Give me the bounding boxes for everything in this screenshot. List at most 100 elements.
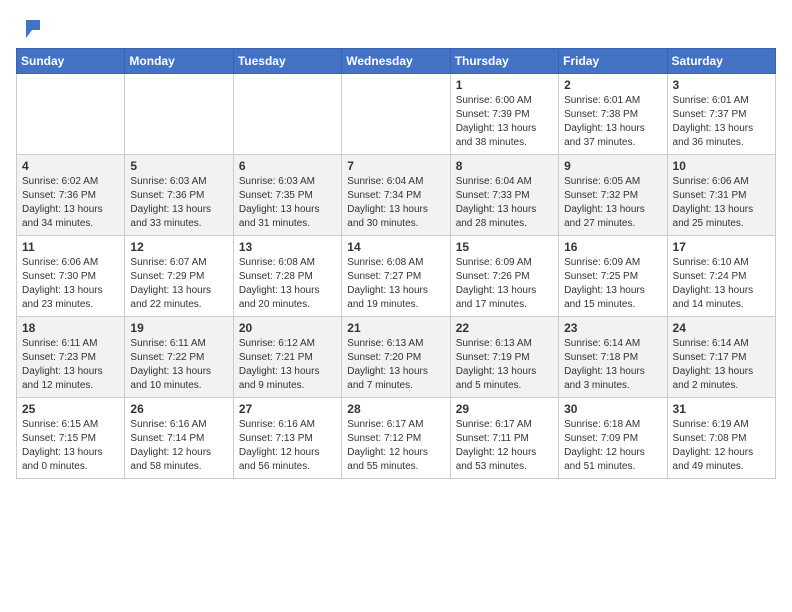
day-number: 11 — [22, 240, 119, 254]
day-number: 9 — [564, 159, 661, 173]
cell-info: Sunrise: 6:04 AM Sunset: 7:34 PM Dayligh… — [347, 175, 444, 231]
day-number: 22 — [456, 321, 553, 335]
calendar-cell: 17 Sunrise: 6:10 AM Sunset: 7:24 PM Dayli… — [667, 236, 775, 317]
cell-info: Sunrise: 6:13 AM Sunset: 7:20 PM Dayligh… — [347, 337, 444, 393]
day-number: 30 — [564, 402, 661, 416]
day-number: 3 — [673, 78, 770, 92]
day-number: 16 — [564, 240, 661, 254]
day-number: 7 — [347, 159, 444, 173]
calendar-week-3: 11 Sunrise: 6:06 AM Sunset: 7:30 PM Dayli… — [17, 236, 776, 317]
calendar-cell: 27 Sunrise: 6:16 AM Sunset: 7:13 PM Dayli… — [233, 398, 341, 479]
cell-info: Sunrise: 6:04 AM Sunset: 7:33 PM Dayligh… — [456, 175, 553, 231]
calendar-week-4: 18 Sunrise: 6:11 AM Sunset: 7:23 PM Dayli… — [17, 317, 776, 398]
calendar-week-1: 1 Sunrise: 6:00 AM Sunset: 7:39 PM Daylig… — [17, 74, 776, 155]
col-header-thursday: Thursday — [450, 49, 558, 74]
page-header — [16, 16, 776, 38]
cell-info: Sunrise: 6:00 AM Sunset: 7:39 PM Dayligh… — [456, 94, 553, 150]
calendar-cell: 24 Sunrise: 6:14 AM Sunset: 7:17 PM Dayli… — [667, 317, 775, 398]
calendar-cell: 1 Sunrise: 6:00 AM Sunset: 7:39 PM Daylig… — [450, 74, 558, 155]
col-header-saturday: Saturday — [667, 49, 775, 74]
calendar-cell: 18 Sunrise: 6:11 AM Sunset: 7:23 PM Dayli… — [17, 317, 125, 398]
cell-info: Sunrise: 6:01 AM Sunset: 7:38 PM Dayligh… — [564, 94, 661, 150]
calendar-cell: 13 Sunrise: 6:08 AM Sunset: 7:28 PM Dayli… — [233, 236, 341, 317]
calendar-cell: 16 Sunrise: 6:09 AM Sunset: 7:25 PM Dayli… — [559, 236, 667, 317]
cell-info: Sunrise: 6:16 AM Sunset: 7:14 PM Dayligh… — [130, 418, 227, 474]
day-number: 23 — [564, 321, 661, 335]
day-number: 29 — [456, 402, 553, 416]
logo — [16, 16, 40, 38]
cell-info: Sunrise: 6:17 AM Sunset: 7:11 PM Dayligh… — [456, 418, 553, 474]
cell-info: Sunrise: 6:10 AM Sunset: 7:24 PM Dayligh… — [673, 256, 770, 312]
calendar-header-row: SundayMondayTuesdayWednesdayThursdayFrid… — [17, 49, 776, 74]
calendar-cell: 10 Sunrise: 6:06 AM Sunset: 7:31 PM Dayli… — [667, 155, 775, 236]
day-number: 20 — [239, 321, 336, 335]
cell-info: Sunrise: 6:11 AM Sunset: 7:22 PM Dayligh… — [130, 337, 227, 393]
cell-info: Sunrise: 6:17 AM Sunset: 7:12 PM Dayligh… — [347, 418, 444, 474]
cell-info: Sunrise: 6:05 AM Sunset: 7:32 PM Dayligh… — [564, 175, 661, 231]
calendar-cell: 15 Sunrise: 6:09 AM Sunset: 7:26 PM Dayli… — [450, 236, 558, 317]
cell-info: Sunrise: 6:14 AM Sunset: 7:18 PM Dayligh… — [564, 337, 661, 393]
calendar-cell — [233, 74, 341, 155]
day-number: 19 — [130, 321, 227, 335]
cell-info: Sunrise: 6:03 AM Sunset: 7:36 PM Dayligh… — [130, 175, 227, 231]
col-header-wednesday: Wednesday — [342, 49, 450, 74]
calendar-week-2: 4Sunrise: 6:02 AM Sunset: 7:36 PM Daylig… — [17, 155, 776, 236]
day-number: 12 — [130, 240, 227, 254]
cell-info: Sunrise: 6:01 AM Sunset: 7:37 PM Dayligh… — [673, 94, 770, 150]
col-header-friday: Friday — [559, 49, 667, 74]
day-number: 27 — [239, 402, 336, 416]
day-number: 25 — [22, 402, 119, 416]
calendar-cell: 29 Sunrise: 6:17 AM Sunset: 7:11 PM Dayli… — [450, 398, 558, 479]
col-header-tuesday: Tuesday — [233, 49, 341, 74]
calendar-cell: 21 Sunrise: 6:13 AM Sunset: 7:20 PM Dayli… — [342, 317, 450, 398]
cell-info: Sunrise: 6:06 AM Sunset: 7:31 PM Dayligh… — [673, 175, 770, 231]
col-header-sunday: Sunday — [17, 49, 125, 74]
cell-info: Sunrise: 6:09 AM Sunset: 7:26 PM Dayligh… — [456, 256, 553, 312]
calendar-cell: 7 Sunrise: 6:04 AM Sunset: 7:34 PM Daylig… — [342, 155, 450, 236]
col-header-monday: Monday — [125, 49, 233, 74]
day-number: 31 — [673, 402, 770, 416]
cell-info: Sunrise: 6:09 AM Sunset: 7:25 PM Dayligh… — [564, 256, 661, 312]
cell-info: Sunrise: 6:07 AM Sunset: 7:29 PM Dayligh… — [130, 256, 227, 312]
calendar-cell: 30 Sunrise: 6:18 AM Sunset: 7:09 PM Dayli… — [559, 398, 667, 479]
day-number: 1 — [456, 78, 553, 92]
calendar-cell — [342, 74, 450, 155]
day-number: 8 — [456, 159, 553, 173]
day-number: 13 — [239, 240, 336, 254]
cell-info: Sunrise: 6:18 AM Sunset: 7:09 PM Dayligh… — [564, 418, 661, 474]
calendar-cell: 2Sunrise: 6:01 AM Sunset: 7:38 PM Daylig… — [559, 74, 667, 155]
calendar-cell: 8 Sunrise: 6:04 AM Sunset: 7:33 PM Daylig… — [450, 155, 558, 236]
calendar-cell: 20Sunrise: 6:12 AM Sunset: 7:21 PM Dayli… — [233, 317, 341, 398]
cell-info: Sunrise: 6:11 AM Sunset: 7:23 PM Dayligh… — [22, 337, 119, 393]
day-number: 18 — [22, 321, 119, 335]
cell-info: Sunrise: 6:13 AM Sunset: 7:19 PM Dayligh… — [456, 337, 553, 393]
day-number: 21 — [347, 321, 444, 335]
calendar-cell: 9 Sunrise: 6:05 AM Sunset: 7:32 PM Daylig… — [559, 155, 667, 236]
cell-info: Sunrise: 6:15 AM Sunset: 7:15 PM Dayligh… — [22, 418, 119, 474]
cell-info: Sunrise: 6:14 AM Sunset: 7:17 PM Dayligh… — [673, 337, 770, 393]
day-number: 24 — [673, 321, 770, 335]
cell-info: Sunrise: 6:06 AM Sunset: 7:30 PM Dayligh… — [22, 256, 119, 312]
day-number: 6 — [239, 159, 336, 173]
day-number: 17 — [673, 240, 770, 254]
calendar-cell: 25 Sunrise: 6:15 AM Sunset: 7:15 PM Dayli… — [17, 398, 125, 479]
logo-icon — [18, 16, 40, 38]
day-number: 10 — [673, 159, 770, 173]
day-number: 5 — [130, 159, 227, 173]
calendar-cell: 23 Sunrise: 6:14 AM Sunset: 7:18 PM Dayli… — [559, 317, 667, 398]
calendar-cell: 22 Sunrise: 6:13 AM Sunset: 7:19 PM Dayli… — [450, 317, 558, 398]
cell-info: Sunrise: 6:08 AM Sunset: 7:28 PM Dayligh… — [239, 256, 336, 312]
day-number: 15 — [456, 240, 553, 254]
day-number: 4 — [22, 159, 119, 173]
calendar-table: SundayMondayTuesdayWednesdayThursdayFrid… — [16, 48, 776, 479]
cell-info: Sunrise: 6:03 AM Sunset: 7:35 PM Dayligh… — [239, 175, 336, 231]
day-number: 14 — [347, 240, 444, 254]
calendar-cell: 14 Sunrise: 6:08 AM Sunset: 7:27 PM Dayli… — [342, 236, 450, 317]
calendar-cell: 11 Sunrise: 6:06 AM Sunset: 7:30 PM Dayli… — [17, 236, 125, 317]
calendar-cell — [125, 74, 233, 155]
calendar-cell: 4Sunrise: 6:02 AM Sunset: 7:36 PM Daylig… — [17, 155, 125, 236]
calendar-cell: 28Sunrise: 6:17 AM Sunset: 7:12 PM Dayli… — [342, 398, 450, 479]
cell-info: Sunrise: 6:16 AM Sunset: 7:13 PM Dayligh… — [239, 418, 336, 474]
calendar-cell: 3 Sunrise: 6:01 AM Sunset: 7:37 PM Daylig… — [667, 74, 775, 155]
cell-info: Sunrise: 6:08 AM Sunset: 7:27 PM Dayligh… — [347, 256, 444, 312]
